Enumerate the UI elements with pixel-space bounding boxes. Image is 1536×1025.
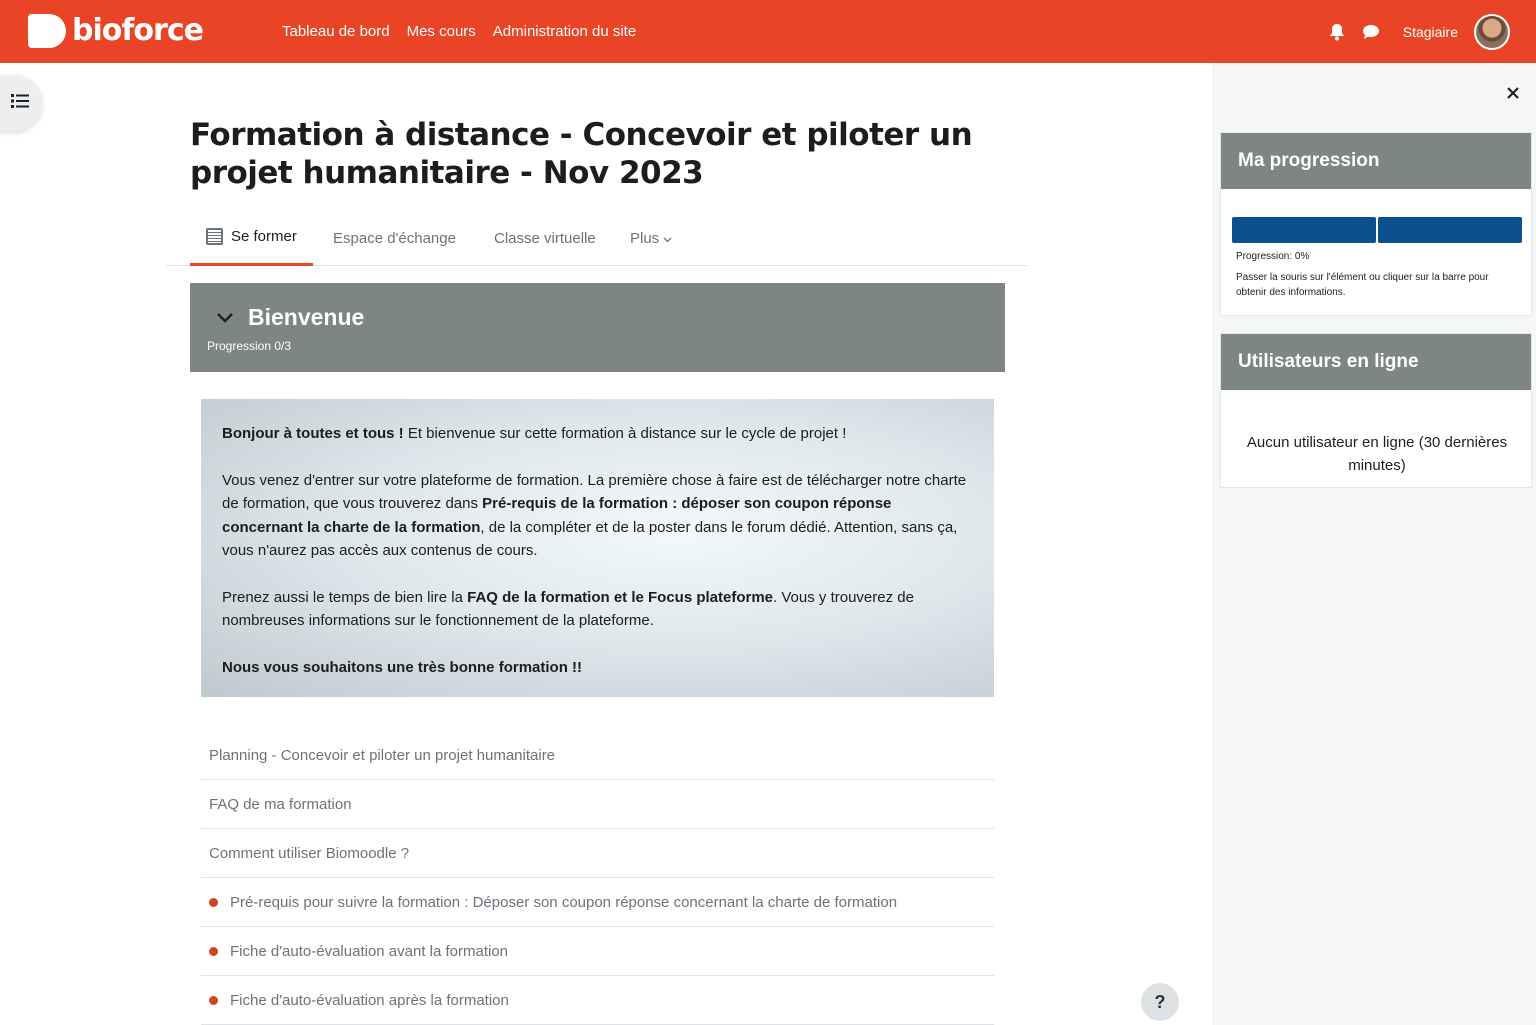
section-progress: Progression 0/3 — [207, 339, 292, 353]
list-icon — [11, 93, 29, 113]
restriction-dot-icon — [209, 946, 218, 956]
collapse-chevron-icon[interactable] — [216, 311, 234, 329]
activity-item[interactable]: Fiche d'auto-évaluation après la formati… — [201, 976, 994, 1025]
progress-block: Ma progression Progression: 0% Passer la… — [1220, 132, 1532, 316]
nav-site-admin[interactable]: Administration du site — [493, 23, 636, 40]
activity-label: FAQ de ma formation — [209, 795, 352, 813]
online-users-block: Utilisateurs en ligne Aucun utilisateur … — [1220, 333, 1532, 488]
online-users-text: Aucun utilisateur en ligne (30 dernières… — [1246, 434, 1508, 474]
block-title: Ma progression — [1221, 133, 1531, 189]
progress-label: Progression: 0% — [1236, 251, 1310, 262]
activity-item[interactable]: Fiche d'auto-évaluation avant la formati… — [201, 927, 994, 976]
table-icon — [206, 228, 223, 245]
logo-mark — [28, 13, 66, 48]
section-header: Bienvenue Progression 0/3 — [190, 283, 1005, 372]
chevron-down-icon — [663, 230, 672, 247]
nav-my-courses[interactable]: Mes cours — [407, 23, 476, 40]
restriction-dot-icon — [209, 897, 218, 907]
block-title: Utilisateurs en ligne — [1221, 334, 1531, 390]
tab-label: Se former — [231, 228, 297, 245]
nav-dashboard[interactable]: Tableau de bord — [282, 23, 390, 40]
main-nav: Tableau de bord Mes cours Administration… — [282, 0, 636, 63]
tab-se-former[interactable]: Se former — [190, 210, 313, 266]
tab-espace-echange[interactable]: Espace d'échange — [333, 210, 456, 266]
activity-label: Planning - Concevoir et piloter un proje… — [209, 746, 556, 764]
chat-icon[interactable] — [1361, 22, 1381, 42]
activity-item[interactable]: Planning - Concevoir et piloter un proje… — [201, 731, 994, 780]
tab-classe-virtuelle[interactable]: Classe virtuelle — [494, 210, 596, 266]
avatar[interactable] — [1474, 13, 1510, 50]
tab-label: Espace d'échange — [333, 229, 456, 247]
bioforce-logo[interactable]: bioforce — [28, 13, 204, 48]
user-menu: Stagiaire — [1313, 0, 1510, 63]
section-title[interactable]: Bienvenue — [248, 304, 364, 331]
welcome-paragraph: Nous vous souhaitons une très bonne form… — [222, 658, 583, 676]
block-drawer: Ma progression Progression: 0% Passer la… — [1212, 63, 1536, 1025]
top-navbar: bioforce Tableau de bord Mes cours Admin… — [0, 0, 1536, 63]
help-button[interactable]: ? — [1141, 983, 1179, 1021]
restriction-dot-icon — [209, 995, 218, 1005]
tab-label: Classe virtuelle — [494, 229, 596, 247]
progress-hint: Passer la souris sur l'élément ou clique… — [1236, 272, 1489, 298]
progress-segment[interactable] — [1232, 217, 1376, 243]
welcome-paragraph: Vous venez d'entrer sur votre plateforme… — [222, 471, 967, 560]
activity-item[interactable]: Comment utiliser Biomoodle ? — [201, 829, 994, 878]
welcome-message: Bonjour à toutes et tous ! Et bienvenue … — [201, 399, 994, 697]
activity-label: Fiche d'auto-évaluation après la formati… — [230, 991, 509, 1009]
activity-item[interactable]: FAQ de ma formation — [201, 780, 994, 829]
welcome-paragraph: Prenez aussi le temps de bien lire la FA… — [222, 588, 914, 630]
bell-icon[interactable] — [1327, 22, 1347, 42]
close-icon[interactable] — [1504, 84, 1522, 102]
welcome-paragraph: Bonjour à toutes et tous ! Et bienvenue … — [222, 425, 847, 442]
brand-name: bioforce — [72, 13, 204, 48]
course-index-toggle[interactable] — [0, 75, 42, 131]
tab-label: Plus — [630, 229, 660, 247]
activity-label: Pré-requis pour suivre la formation : Dé… — [230, 893, 898, 911]
page-title: Formation à distance - Concevoir et pilo… — [190, 117, 973, 191]
progress-bar[interactable] — [1232, 217, 1522, 243]
progress-segment[interactable] — [1378, 217, 1522, 243]
course-tabs: Se former Espace d'échange Classe virtue… — [166, 210, 1028, 266]
activity-item[interactable]: Pré-requis pour suivre la formation : Dé… — [201, 878, 994, 927]
activity-label: Fiche d'auto-évaluation avant la formati… — [230, 942, 509, 960]
tab-plus[interactable]: Plus — [630, 210, 672, 266]
activity-label: Comment utiliser Biomoodle ? — [209, 844, 410, 862]
user-name[interactable]: Stagiaire — [1403, 24, 1458, 40]
